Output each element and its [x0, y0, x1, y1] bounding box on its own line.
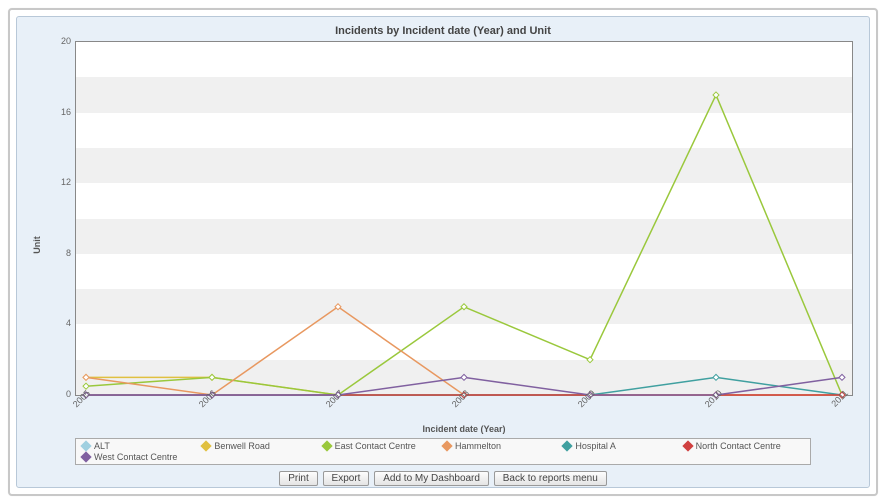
button-row: Print Export Add to My Dashboard Back to… — [25, 471, 861, 486]
y-tick-label: 0 — [47, 389, 71, 399]
legend-swatch-icon — [80, 440, 91, 451]
legend-label: West Contact Centre — [94, 452, 177, 462]
legend-label: East Contact Centre — [335, 441, 416, 451]
legend-swatch-icon — [201, 440, 212, 451]
x-tick-label: 2007 — [324, 388, 345, 409]
legend-swatch-icon — [441, 440, 452, 451]
plot-wrap: 048121620 — [75, 41, 853, 396]
legend-swatch-icon — [321, 440, 332, 451]
y-tick-label: 16 — [47, 107, 71, 117]
legend-item: ALT — [82, 441, 202, 451]
plot-area — [75, 41, 853, 396]
y-tick-label: 4 — [47, 318, 71, 328]
data-point-marker — [839, 374, 845, 380]
x-tick-label: 2010 — [702, 388, 723, 409]
data-point-marker — [461, 374, 467, 380]
legend-item: East Contact Centre — [323, 441, 443, 451]
y-ticks: 048121620 — [47, 41, 71, 396]
x-tick-label: 2005 — [71, 388, 92, 409]
legend-swatch-icon — [682, 440, 693, 451]
legend: ALT Benwell Road East Contact Centre Hammel… — [75, 438, 811, 465]
legend-item: North Contact Centre — [684, 441, 804, 451]
chart-lines — [76, 42, 852, 395]
data-point-marker — [587, 357, 593, 363]
legend-label: Hospital A — [575, 441, 616, 451]
print-button[interactable]: Print — [279, 471, 318, 486]
series-line — [86, 307, 842, 395]
series-line — [86, 95, 842, 395]
x-tick-label: 2008 — [450, 388, 471, 409]
x-axis-label: Incident date (Year) — [75, 424, 853, 434]
back-to-reports-button[interactable]: Back to reports menu — [494, 471, 607, 486]
legend-swatch-icon — [562, 440, 573, 451]
add-to-dashboard-button[interactable]: Add to My Dashboard — [374, 471, 489, 486]
legend-label: North Contact Centre — [696, 441, 781, 451]
x-tick-label: 2009 — [576, 388, 597, 409]
data-point-marker — [713, 92, 719, 98]
export-button[interactable]: Export — [323, 471, 370, 486]
outer-frame: Incidents by Incident date (Year) and Un… — [8, 8, 878, 496]
x-tick-label: 2006 — [197, 388, 218, 409]
data-point-marker — [713, 374, 719, 380]
y-axis-label: Unit — [32, 236, 42, 254]
data-point-marker — [83, 374, 89, 380]
legend-item: Hammelton — [443, 441, 563, 451]
y-tick-label: 8 — [47, 248, 71, 258]
legend-label: Hammelton — [455, 441, 501, 451]
chart-title: Incidents by Incident date (Year) and Un… — [25, 25, 861, 37]
report-panel: Incidents by Incident date (Year) and Un… — [16, 16, 870, 488]
x-tick-label: 2011 — [829, 388, 850, 409]
y-tick-label: 20 — [47, 36, 71, 46]
legend-label: Benwell Road — [214, 441, 270, 451]
legend-item: Benwell Road — [202, 441, 322, 451]
legend-swatch-icon — [80, 451, 91, 462]
data-point-marker — [209, 374, 215, 380]
y-tick-label: 12 — [47, 177, 71, 187]
legend-item: West Contact Centre — [82, 452, 202, 462]
chart-container: Incidents by Incident date (Year) and Un… — [25, 25, 861, 465]
x-ticks: 2005200620072008200920102011 — [75, 388, 853, 418]
legend-label: ALT — [94, 441, 110, 451]
legend-item: Hospital A — [563, 441, 683, 451]
